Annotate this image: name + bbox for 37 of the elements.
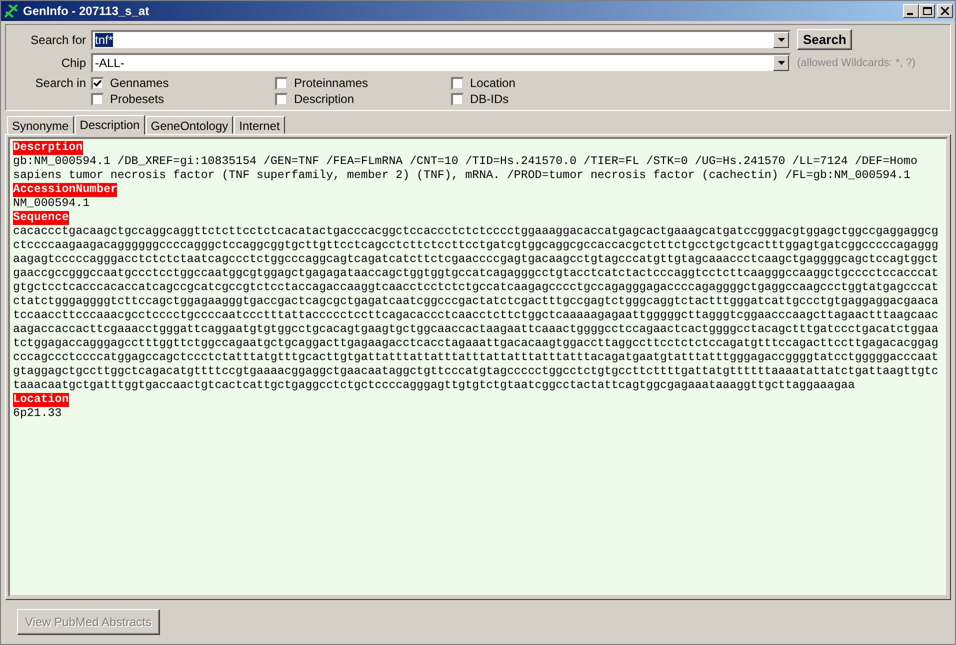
maximize-button[interactable] xyxy=(919,4,935,18)
chip-label: Chip xyxy=(60,56,86,70)
checkbox[interactable] xyxy=(91,92,104,106)
section-heading: AccessionNumber xyxy=(13,183,118,197)
search-button[interactable]: Search xyxy=(797,29,852,50)
tab[interactable]: GeneOntology xyxy=(146,116,234,134)
checkbox-label: Location xyxy=(470,76,516,90)
maximize-icon xyxy=(922,6,932,16)
search-in-label: Search in xyxy=(34,76,86,90)
checkbox[interactable] xyxy=(451,92,464,106)
close-button[interactable] xyxy=(937,4,953,18)
section-heading: Location xyxy=(13,393,69,407)
minimize-button[interactable] xyxy=(903,4,919,18)
checkbox[interactable] xyxy=(91,76,104,90)
checkbox-label: DB-IDs xyxy=(470,92,509,106)
checkbox[interactable] xyxy=(275,92,288,106)
section-heading: Sequence xyxy=(13,211,69,225)
checkbox-label: Description xyxy=(294,92,354,106)
tab[interactable]: Synonyme xyxy=(7,116,74,134)
tab[interactable]: Internet xyxy=(234,116,285,134)
chip-dropdown[interactable]: -ALL- xyxy=(91,53,791,73)
search-label: Search for xyxy=(30,32,86,46)
wildcard-hint: (allowed Wildcards: *, ?) xyxy=(797,57,916,69)
checkbox-label: Probesets xyxy=(110,92,164,106)
checkbox-label: Proteinnames xyxy=(294,76,368,90)
search-field[interactable]: tnf* xyxy=(91,30,791,50)
sequence-text: cacaccctgacaagctgccaggcaggttctcttcctctcacatactgacccacggctccaccctctctcccctggaaaggacaccatgagcactgaaagcatgatccgggacgtggagctggccgaggaggcgctccccaagaagacaggggggccccagggctccaggcggtgcttgttcctcagcctcttctccttcctgatcgtggcaggcgccaccacgctcttctgcctgctgcactttggagtgatcggcccccagagggaagagtcccccagggacctctctctaatcagccctctggcccaggcagtcagatcatcttctcgaaccccgagtgacaagcctgtagcccatgttgtagcaaaccctcaagctgaggggcagctccagtggctgaaccgccgggccaatgccctcctggccaatggcgtggagctgagagataaccagctggtggtgccatcagagggcctgtacctcatctactcccaggtcctcttcaagggccaaggctgcccctccacccatgtgctcctcacccacaccatcagccgcatcgccgtctcctaccagaccaaggtcaacctcctctctgccatcaagagcccctgccagagggagaccccagaggggctgaggccaagccctggtatgagcccatctatctgggaggggtcttccagctggagaagggtgaccgactcagcgctgagatcaatcggcccgactatctcgactttgccgagtctgggcaggtctactttgggatcattgccctgtgaggaggacgaacatccaaccttcccaaacgcctcccctgccccaatccctttattaccccctccttcagacaccctcaacctcttctggctcaaaaagagaattgggggcttagggtcggaacccaagcttagaactttaagcaacaagaccaccacttcgaaacctgggattcaggaatgtgtggcctgcacagtgaagtgctggcaaccactaagaattcaaactggggcctccagaactcactggggcctacagctttgatccctgacatctggaatctggagaccagggagcctttggttctggccagaatgctgcaggacttgagaagacctcacctagaaattgacacaagtggaccttaggccttcctctctccagatgtttccagacttccttgagacacggagcccagccctccccatggagccagctccctctatttatgtttgcacttgtgattatttattatttatttattatttatttatttacagatgaatgtatttatttgggagaccggggtatcctgggggacccaatgtaggagctgccttggctcagacatgttttccgtgaaaacggaggctgaacaataggctgttcccatgtagccccctggcctctgtgccttcttttgattatgttttttaaaatattatctgattaagttgtctaaacaatgctgatttggtgaccaactgtcactcattgctgaggcctctgctccccagggagttgtgtctgtaatcggcctactattcagtggcgagaaataaaggttgcttaggaaagaa xyxy=(13,225,938,393)
tab[interactable]: Description xyxy=(74,115,145,135)
section-text: gb:NM_000594.1 /DB_XREF=gi:10835154 /GEN=TNF /FEA=FLmRNA /CNT=10 /TID=Hs.241570.0 /TIER=FL /STK=0 /UG=Hs.241570 /LL=7124 /DEF=Homo sapiens tumor necrosis factor (TNF superfamily, member 2) (TNF), mRNA. /PROD=tumor necrosis factor (cachectin) /FL=gb:NM_000594.1 xyxy=(13,155,918,183)
section-text: NM_000594.1 xyxy=(13,197,91,211)
close-icon xyxy=(941,7,949,15)
checkbox[interactable] xyxy=(451,76,464,90)
checkbox-label: Gennames xyxy=(110,76,169,90)
window-title: GenInfo - 207113_s_at xyxy=(23,4,150,18)
checkbox[interactable] xyxy=(275,76,288,90)
section-heading: Descrption xyxy=(13,141,83,155)
section-text: 6p21.33 xyxy=(13,407,63,421)
